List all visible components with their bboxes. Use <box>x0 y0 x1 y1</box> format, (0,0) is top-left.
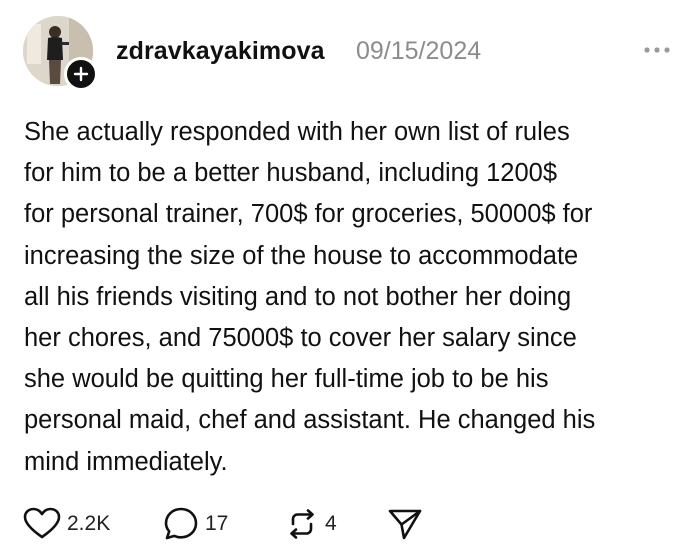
reply-button[interactable]: 17 <box>163 506 228 542</box>
share-button[interactable] <box>387 506 423 542</box>
post-text-line: all his friends visiting and to not both… <box>24 282 572 311</box>
more-dots-icon <box>644 47 670 53</box>
post-text-line: mind immediately. <box>24 447 228 476</box>
post-text-line: for him to be a better husband, includin… <box>24 159 558 188</box>
post-text: She actually responded with her own list… <box>24 112 684 483</box>
post-text-line: her chores, and 75000$ to cover her sala… <box>24 324 577 353</box>
post-text-line: personal maid, chef and assistant. He ch… <box>24 406 596 435</box>
post-text-line: increasing the size of the house to acco… <box>24 241 579 270</box>
send-icon <box>388 509 422 540</box>
post-date: 09/15/2024 <box>356 37 482 65</box>
plus-icon <box>73 66 89 82</box>
comment-icon <box>164 507 198 540</box>
post-text-line: she would be quitting her full-time job … <box>24 365 549 394</box>
follow-button[interactable] <box>64 57 98 91</box>
repost-button[interactable]: 4 <box>285 506 337 542</box>
more-options-button[interactable] <box>637 35 677 65</box>
like-button[interactable]: 2.2K <box>23 506 110 542</box>
heart-icon <box>23 507 61 539</box>
post-text-line: She actually responded with her own list… <box>24 118 570 146</box>
username[interactable]: zdravkayakimova <box>116 37 325 66</box>
like-count: 2.2K <box>67 512 111 535</box>
repost-icon <box>290 509 314 539</box>
repost-count: 4 <box>325 512 337 535</box>
reply-count: 17 <box>205 512 229 535</box>
post-text-line: for personal trainer, 700$ for groceries… <box>24 200 593 229</box>
